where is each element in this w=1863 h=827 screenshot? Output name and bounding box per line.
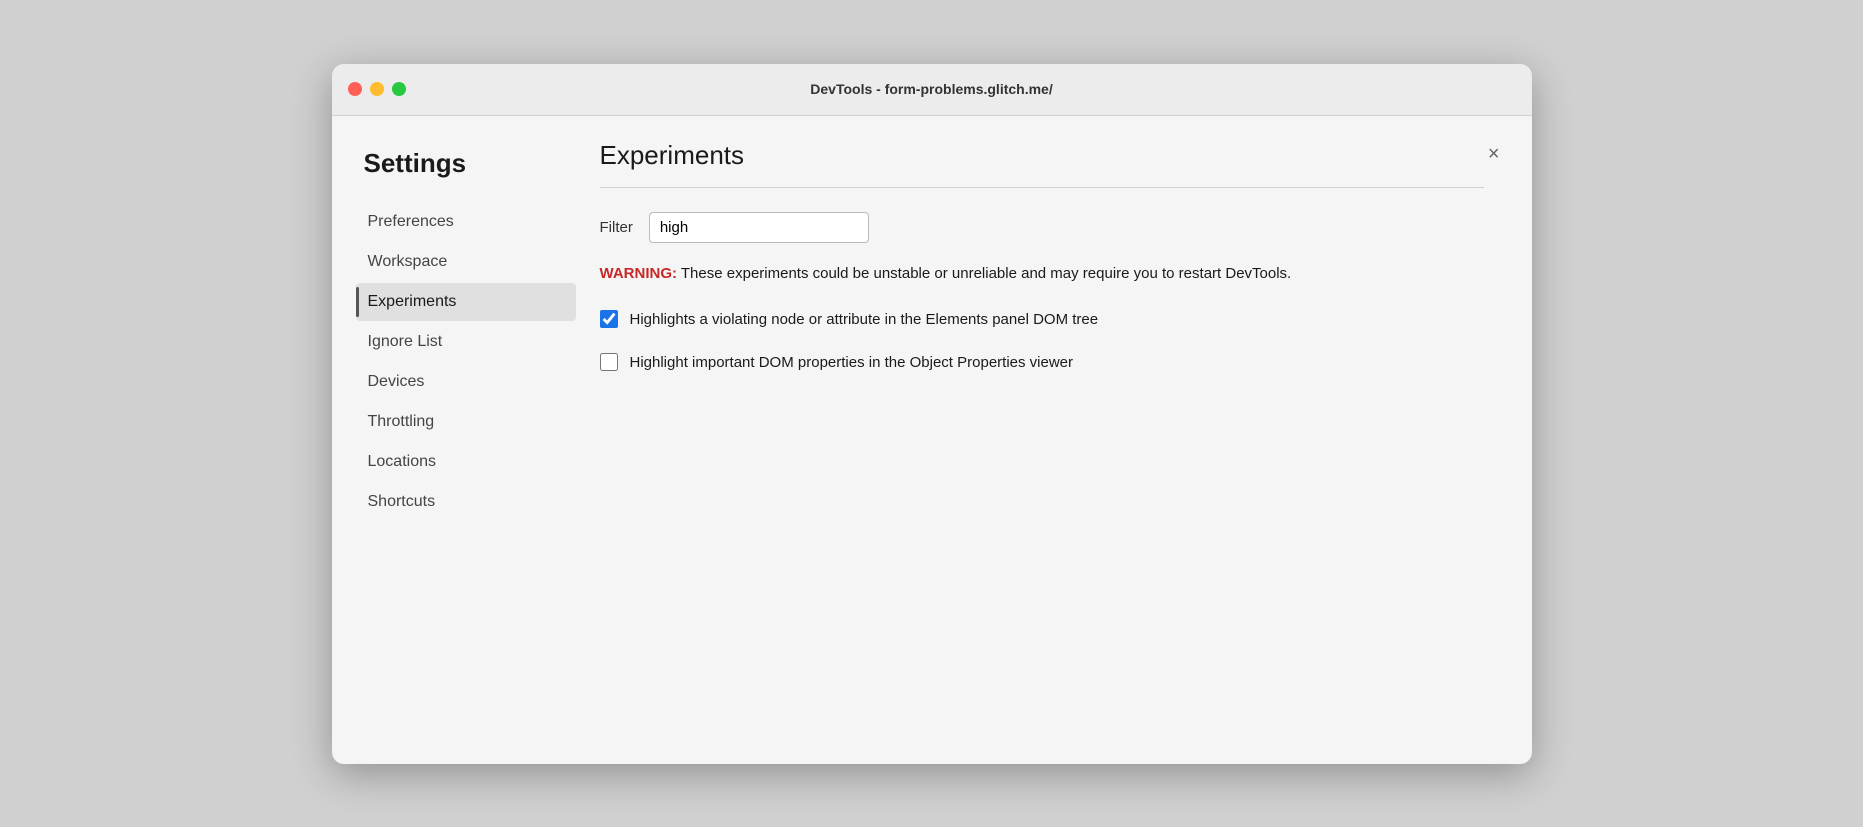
checkbox-highlight-important[interactable] [600, 353, 618, 371]
checkbox-label-2: Highlight important DOM properties in th… [630, 352, 1074, 375]
window-title: DevTools - form-problems.glitch.me/ [810, 81, 1052, 97]
devtools-window: DevTools - form-problems.glitch.me/ Sett… [332, 64, 1532, 764]
titlebar: DevTools - form-problems.glitch.me/ [332, 64, 1532, 116]
warning-text: WARNING: These experiments could be unst… [600, 263, 1484, 286]
sidebar-item-experiments[interactable]: Experiments [356, 283, 576, 321]
traffic-lights [348, 82, 406, 96]
content-area: Settings Preferences Workspace Experimen… [332, 116, 1532, 764]
sidebar-item-workspace[interactable]: Workspace [356, 243, 576, 281]
sidebar-item-ignore-list[interactable]: Ignore List [356, 323, 576, 361]
warning-message: These experiments could be unstable or u… [677, 265, 1291, 282]
sidebar-item-shortcuts[interactable]: Shortcuts [356, 483, 576, 521]
checkbox-highlights-violating[interactable] [600, 310, 618, 328]
checkbox-item-2: Highlight important DOM properties in th… [600, 352, 1484, 375]
warning-label: WARNING: [600, 265, 678, 282]
sidebar-item-devices[interactable]: Devices [356, 363, 576, 401]
panel-title: Experiments [600, 140, 1484, 171]
main-panel: × Experiments Filter WARNING: These expe… [576, 140, 1508, 740]
filter-row: Filter [600, 212, 1484, 243]
panel-divider [600, 187, 1484, 188]
checkbox-label-1: Highlights a violating node or attribute… [630, 309, 1099, 332]
sidebar: Settings Preferences Workspace Experimen… [356, 140, 576, 740]
sidebar-item-throttling[interactable]: Throttling [356, 403, 576, 441]
maximize-traffic-light[interactable] [392, 82, 406, 96]
sidebar-item-locations[interactable]: Locations [356, 443, 576, 481]
filter-label: Filter [600, 219, 633, 236]
close-button[interactable]: × [1480, 140, 1508, 168]
sidebar-heading: Settings [356, 148, 576, 179]
close-traffic-light[interactable] [348, 82, 362, 96]
minimize-traffic-light[interactable] [370, 82, 384, 96]
checkbox-item-1: Highlights a violating node or attribute… [600, 309, 1484, 332]
filter-input[interactable] [649, 212, 869, 243]
sidebar-item-preferences[interactable]: Preferences [356, 203, 576, 241]
